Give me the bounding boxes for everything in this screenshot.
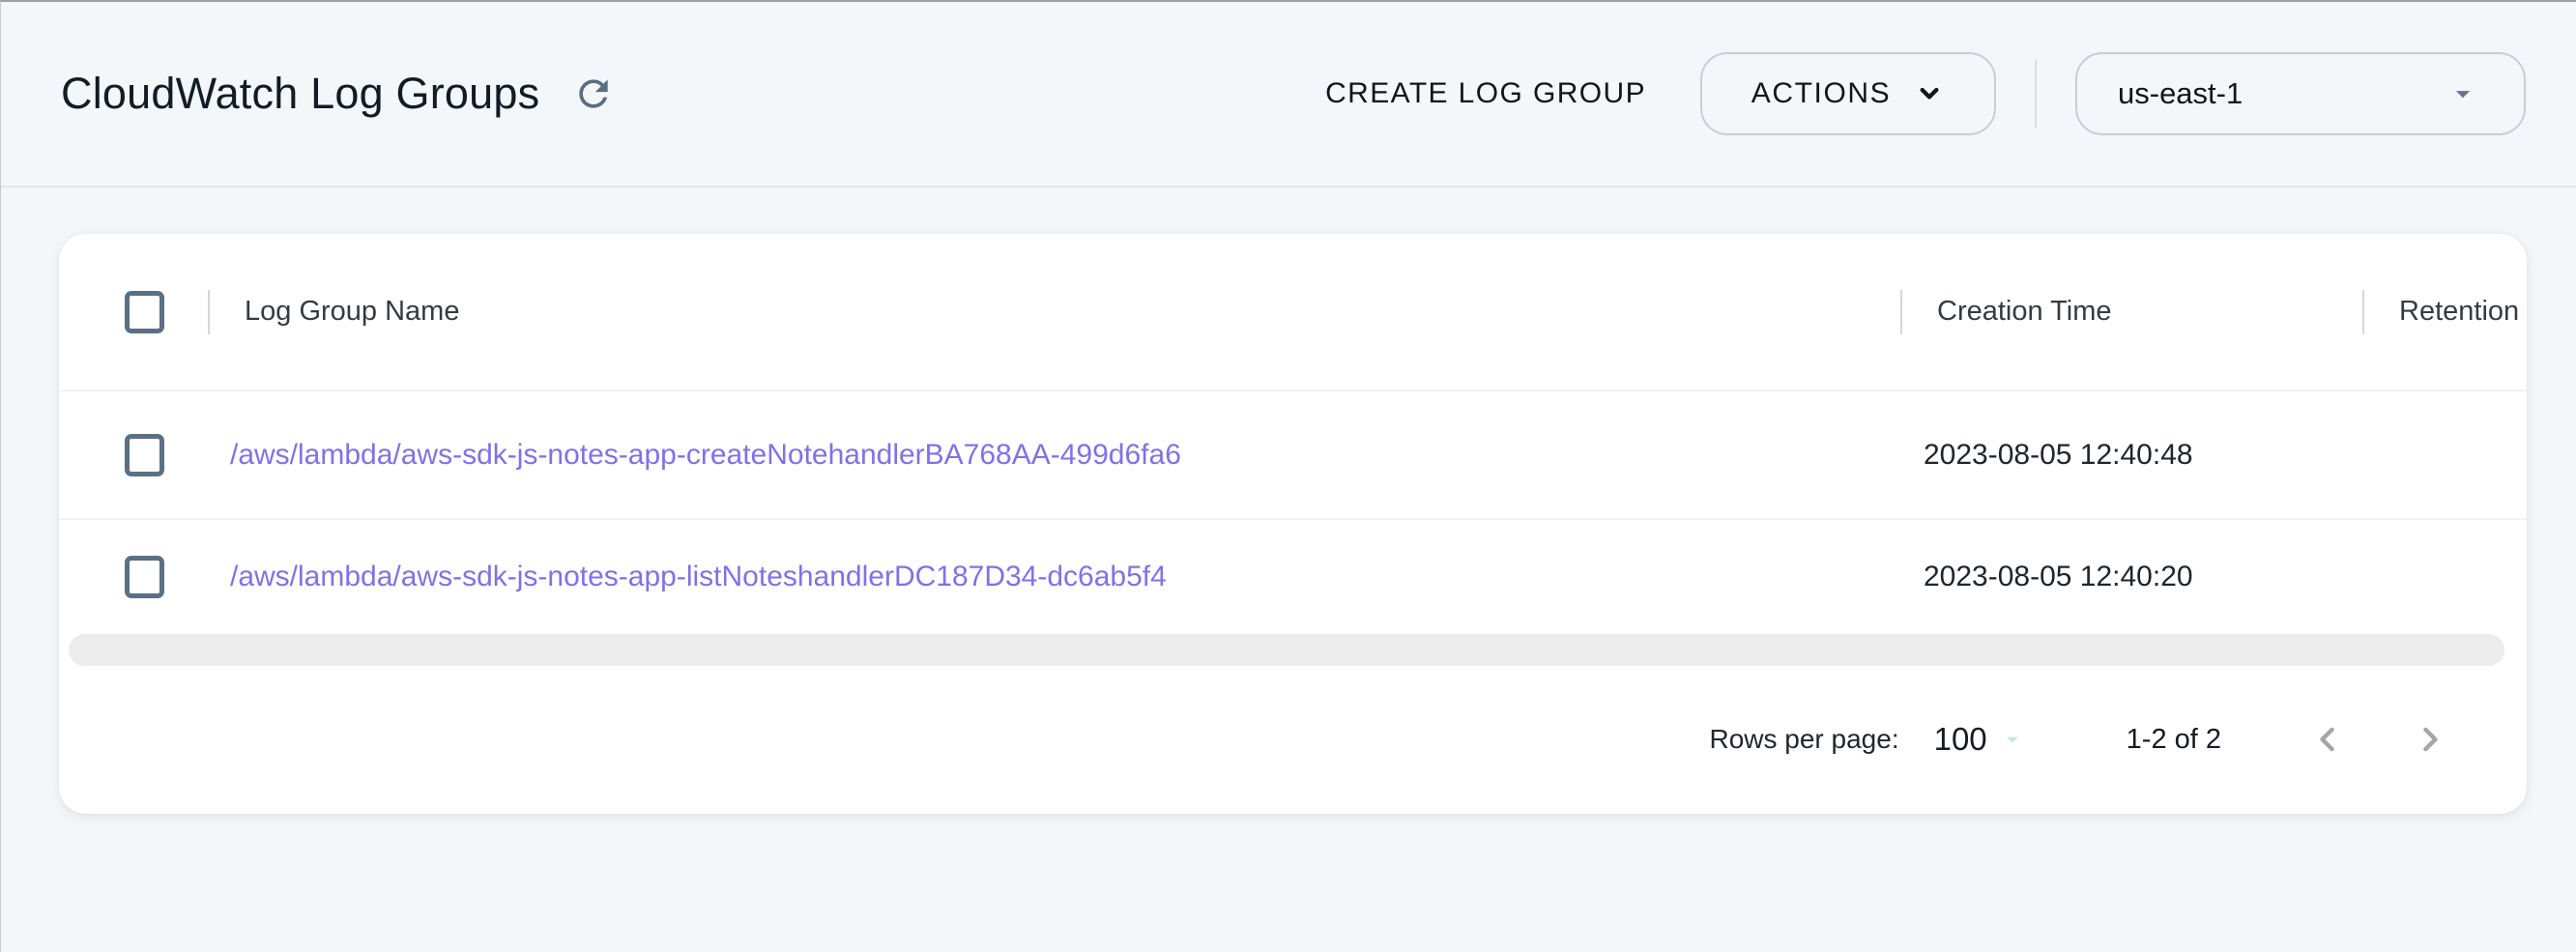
log-groups-card: Log Group Name Creation Time Retention: [59, 234, 2527, 814]
create-log-group-button[interactable]: CREATE LOG GROUP: [1298, 60, 1673, 128]
pagination-bar: Rows per page: 100 1-2 of 2: [59, 666, 2527, 813]
row-name-cell: /aws/lambda/aws-sdk-js-notes-app-listNot…: [208, 561, 1900, 593]
select-all-checkbox[interactable]: [125, 291, 164, 333]
refresh-button[interactable]: [568, 69, 619, 119]
creation-time-value: 2023-08-05 12:40:20: [1924, 561, 2193, 593]
creation-time-value: 2023-08-05 12:40:48: [1924, 439, 2193, 472]
horizontal-scrollbar: [59, 634, 2527, 666]
rows-per-page-select[interactable]: 100: [1934, 721, 2026, 758]
column-divider: [208, 290, 210, 334]
header-divider: [2035, 60, 2037, 128]
refresh-icon: [572, 72, 615, 115]
table-row: /aws/lambda/aws-sdk-js-notes-app-listNot…: [59, 520, 2527, 634]
rows-per-page-label: Rows per page:: [1709, 724, 1898, 755]
caret-down-icon: [1987, 726, 2026, 753]
next-page-button[interactable]: [2405, 714, 2455, 764]
column-divider: [1900, 290, 1902, 334]
header-name-cell: Log Group Name: [208, 290, 1900, 334]
page-header: CloudWatch Log Groups CREATE LOG GROUP A…: [1, 2, 2576, 188]
main-content: Log Group Name Creation Time Retention: [1, 188, 2576, 814]
log-group-link[interactable]: /aws/lambda/aws-sdk-js-notes-app-listNot…: [230, 561, 1167, 593]
caret-down-icon: [2446, 77, 2479, 110]
chevron-down-icon: [1914, 78, 1945, 109]
pagination-range-label: 1-2 of 2: [2127, 724, 2221, 756]
region-select[interactable]: us-east-1: [2075, 52, 2526, 135]
previous-page-button[interactable]: [2302, 714, 2353, 764]
horizontal-scrollbar-thumb[interactable]: [69, 634, 2504, 666]
page-title: CloudWatch Log Groups: [61, 69, 539, 119]
header-checkbox-cell: [59, 291, 208, 333]
rows-per-page-value: 100: [1934, 721, 1987, 758]
header-time-cell: Creation Time: [1900, 290, 2362, 334]
row-checkbox[interactable]: [125, 434, 164, 476]
column-header-creation-time: Creation Time: [1937, 296, 2112, 328]
column-header-retention: Retention: [2399, 296, 2519, 328]
chevron-right-icon: [2409, 718, 2451, 761]
region-selected-value: us-east-1: [2118, 76, 2446, 111]
row-checkbox-cell: [59, 556, 208, 598]
column-divider: [2362, 290, 2364, 334]
header-retention-cell: Retention: [2362, 290, 2527, 334]
app-screen: CloudWatch Log Groups CREATE LOG GROUP A…: [0, 0, 2576, 952]
log-group-link[interactable]: /aws/lambda/aws-sdk-js-notes-app-createN…: [230, 439, 1181, 472]
row-name-cell: /aws/lambda/aws-sdk-js-notes-app-createN…: [208, 439, 1900, 472]
log-groups-table: Log Group Name Creation Time Retention: [59, 234, 2527, 634]
row-checkbox[interactable]: [125, 556, 164, 598]
column-header-log-group-name: Log Group Name: [245, 296, 459, 328]
table-header-row: Log Group Name Creation Time Retention: [59, 234, 2527, 391]
row-time-cell: 2023-08-05 12:40:20: [1900, 561, 2362, 593]
row-time-cell: 2023-08-05 12:40:48: [1900, 439, 2362, 472]
actions-button[interactable]: ACTIONS: [1700, 52, 1996, 135]
table-row: /aws/lambda/aws-sdk-js-notes-app-createN…: [59, 391, 2527, 520]
chevron-left-icon: [2306, 718, 2349, 761]
row-checkbox-cell: [59, 434, 208, 476]
actions-button-label: ACTIONS: [1751, 77, 1892, 110]
